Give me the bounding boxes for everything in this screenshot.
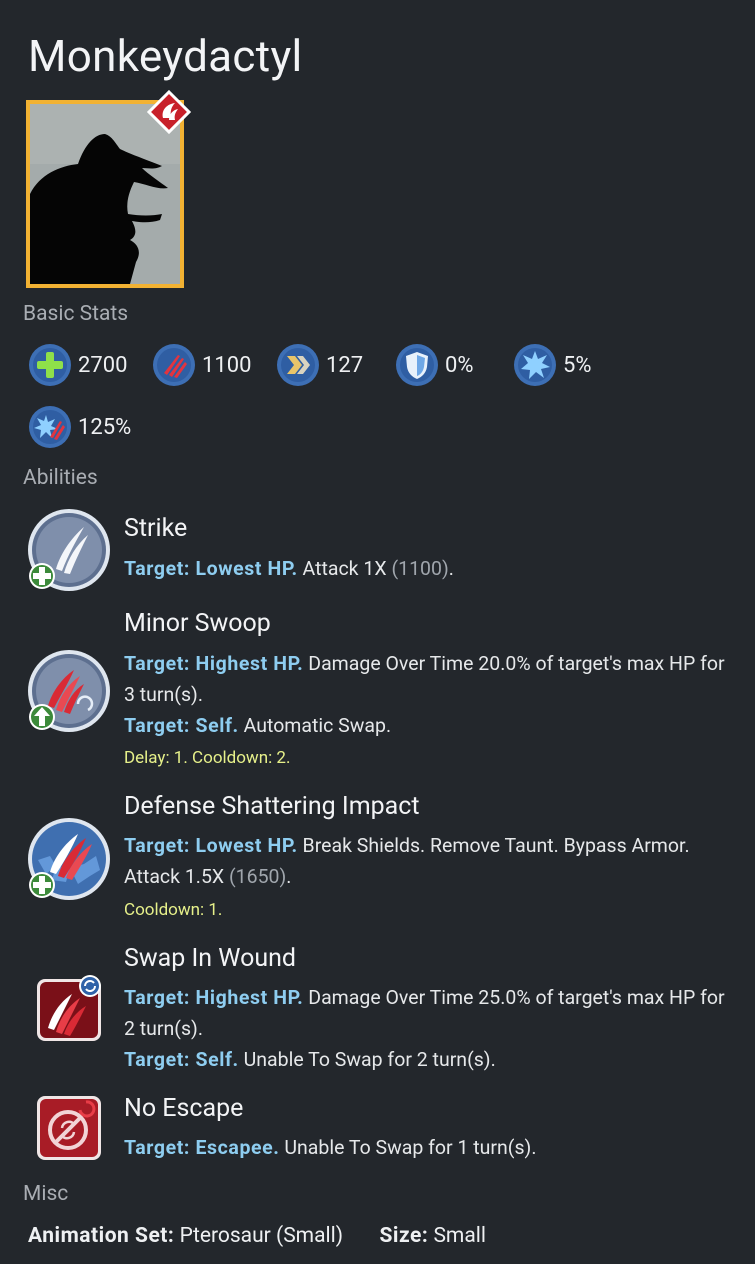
stat-damage-value: 1100 — [202, 352, 252, 378]
ability-effect: Automatic Swap. — [238, 714, 392, 737]
ability-target: Target: Highest HP. — [124, 986, 304, 1009]
page-title: Monkeydactyl — [28, 30, 303, 82]
damage-icon — [153, 344, 195, 386]
ability-description: Target: Highest HP. Damage Over Time 20.… — [124, 648, 735, 710]
stat-crit-chance-value: 5% — [563, 352, 592, 378]
stat-speed: 127 — [276, 343, 363, 387]
ability-cooldown: Cooldown: 1. — [124, 900, 223, 920]
ability-description-2: Target: Self. Automatic Swap. — [124, 710, 735, 741]
basic-stats-heading: Basic Stats — [23, 302, 129, 326]
minor-swoop-icon — [28, 650, 110, 732]
ability-name: Swap In Wound — [124, 944, 297, 973]
ability-effect: Unable To Swap for 1 turn(s). — [279, 1136, 537, 1159]
strike-icon — [28, 509, 110, 591]
ability-defense-shattering-impact[interactable]: Defense Shattering Impact Target: Lowest… — [0, 788, 755, 928]
ability-damage-value: (1100) — [391, 557, 449, 580]
size-label: Size: — [379, 1224, 429, 1248]
ability-strike[interactable]: Strike Target: Lowest HP. Attack 1X (110… — [0, 505, 755, 595]
armor-icon — [396, 344, 438, 386]
misc-info: Animation Set: Pterosaur (Small) Size: S… — [28, 1224, 486, 1248]
crit-damage-icon — [29, 406, 71, 448]
ability-target: Target: Self. — [124, 714, 239, 737]
stat-crit-chance: 5% — [513, 343, 591, 387]
ability-target: Target: Lowest HP. — [124, 557, 298, 580]
size-value: Small — [433, 1224, 486, 1248]
ability-target: Target: Highest HP. — [124, 652, 304, 675]
abilities-heading: Abilities — [23, 466, 98, 490]
ability-effect-end: . — [448, 557, 454, 580]
stat-armor: 0% — [395, 343, 473, 387]
animation-set-label: Animation Set: — [28, 1224, 175, 1248]
speed-icon — [277, 344, 319, 386]
ability-swap-in-wound[interactable]: Swap In Wound Target: Highest HP. Damage… — [0, 940, 755, 1080]
ability-name: No Escape — [124, 1094, 244, 1123]
stat-health: 2700 — [28, 343, 127, 387]
ability-target: Target: Self. — [124, 1048, 239, 1071]
ability-description: Target: Escapee. Unable To Swap for 1 tu… — [124, 1132, 735, 1163]
ability-name: Defense Shattering Impact — [124, 792, 420, 821]
ability-damage-value: (1650) — [228, 865, 287, 888]
health-icon — [29, 344, 71, 386]
stat-crit-damage: 125% — [28, 405, 131, 449]
misc-heading: Misc — [23, 1182, 69, 1206]
ability-minor-swoop[interactable]: Minor Swoop Target: Highest HP. Damage O… — [0, 605, 755, 775]
ability-name: Minor Swoop — [124, 609, 271, 638]
ability-description: Target: Lowest HP. Attack 1X (1100). — [124, 553, 735, 584]
ability-delay-cooldown: Delay: 1. Cooldown: 2. — [124, 748, 291, 768]
rarity-badge-icon — [147, 90, 191, 134]
stat-damage: 1100 — [152, 343, 251, 387]
stat-armor-value: 0% — [445, 352, 474, 378]
crit-chance-icon — [514, 344, 556, 386]
ability-description-2: Target: Self. Unable To Swap for 2 turn(… — [124, 1044, 735, 1075]
ability-description: Target: Lowest HP. Break Shields. Remove… — [124, 830, 735, 892]
ability-name: Strike — [124, 514, 188, 543]
stat-speed-value: 127 — [326, 352, 364, 378]
no-escape-icon — [37, 1096, 101, 1160]
ability-no-escape[interactable]: No Escape Target: Escapee. Unable To Swa… — [0, 1090, 755, 1170]
animation-set-value: Pterosaur (Small) — [179, 1224, 344, 1248]
ability-effect: Attack 1X — [297, 557, 392, 580]
stat-crit-damage-value: 125% — [78, 414, 132, 440]
ability-description: Target: Highest HP. Damage Over Time 25.… — [124, 982, 735, 1044]
defense-shattering-impact-icon — [28, 818, 110, 900]
stat-health-value: 2700 — [78, 352, 128, 378]
swap-in-wound-icon — [37, 975, 101, 1041]
ability-target: Target: Escapee. — [124, 1136, 280, 1159]
ability-effect-end: . — [286, 865, 292, 888]
ability-effect: Unable To Swap for 2 turn(s). — [238, 1048, 496, 1071]
ability-target: Target: Lowest HP. — [124, 834, 298, 857]
